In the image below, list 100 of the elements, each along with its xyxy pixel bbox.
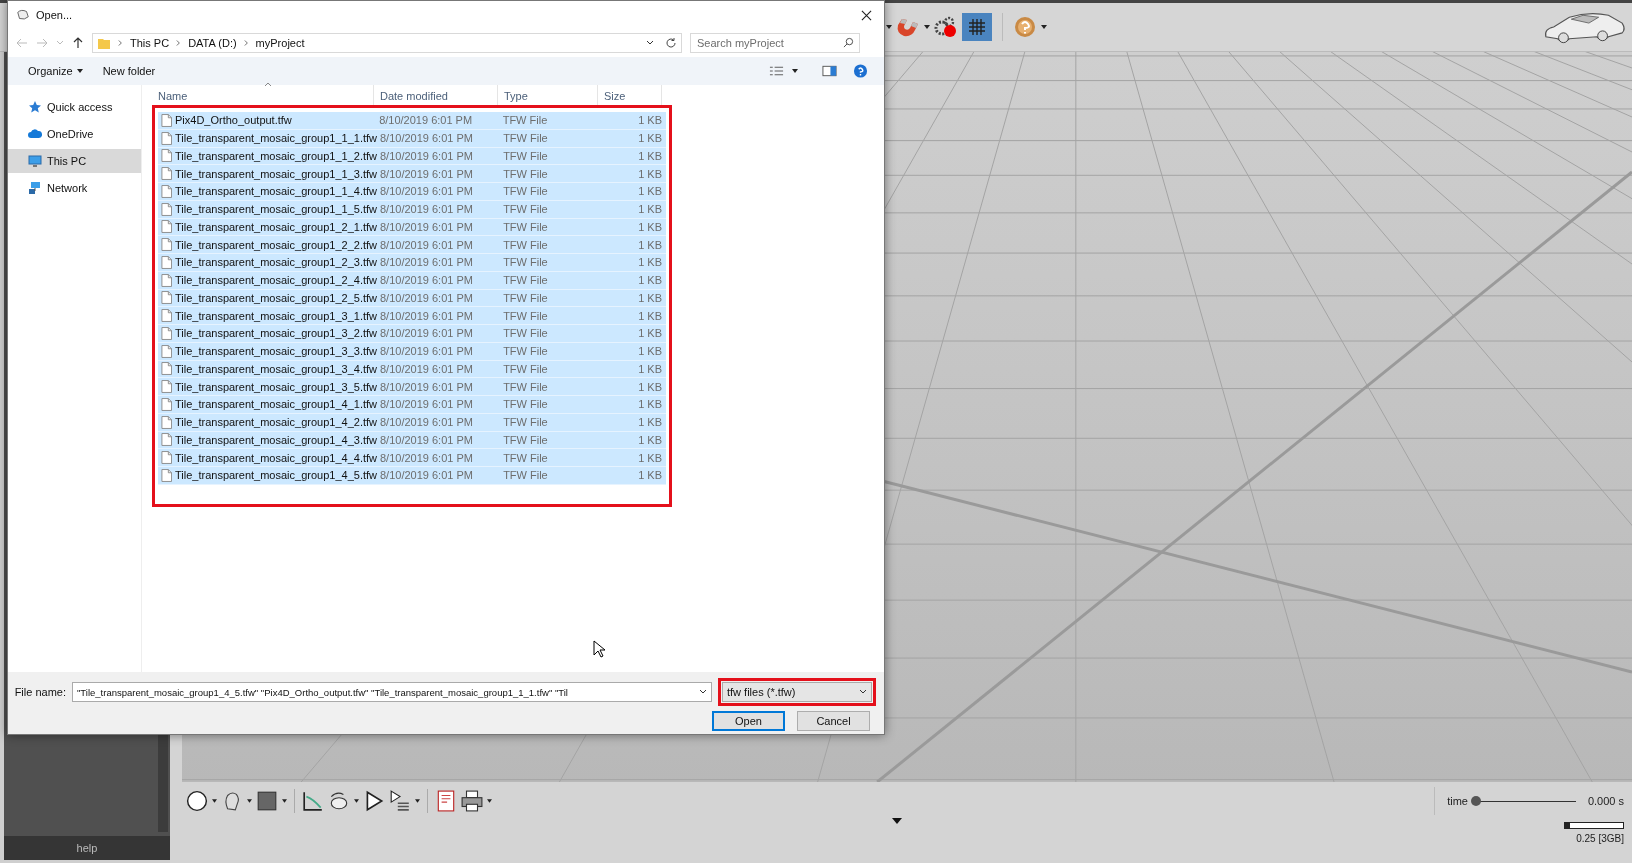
- caret-icon[interactable]: [792, 69, 798, 73]
- file-icon: [161, 397, 172, 411]
- grid-icon: [966, 17, 988, 37]
- folder-icon: [97, 36, 111, 50]
- file-row[interactable]: Tile_transparent_mosaic_group1_3_5.tfw 8/10/2019 6:01 PM TFW File 1 KB: [158, 378, 666, 396]
- up-arrow-icon[interactable]: [72, 37, 84, 49]
- chevron-right-icon[interactable]: [243, 39, 249, 47]
- caret-icon[interactable]: [924, 25, 930, 29]
- chart-icon[interactable]: [302, 790, 324, 812]
- caret-icon[interactable]: [212, 799, 217, 803]
- caret-icon[interactable]: [892, 818, 902, 824]
- caret-icon[interactable]: [354, 799, 359, 803]
- file-row[interactable]: Tile_transparent_mosaic_group1_3_1.tfw 8/10/2019 6:01 PM TFW File 1 KB: [158, 307, 666, 325]
- organize-menu-button[interactable]: Organize: [22, 62, 89, 80]
- column-header[interactable]: Type: [498, 85, 598, 105]
- file-name-label: File name:: [14, 686, 66, 698]
- refresh-icon[interactable]: [665, 37, 677, 49]
- file-icon: [161, 326, 172, 340]
- caret-icon[interactable]: [415, 799, 420, 803]
- printer-icon[interactable]: [461, 790, 483, 812]
- file-type: TFW File: [502, 398, 549, 411]
- caret-icon[interactable]: [247, 799, 252, 803]
- help-button[interactable]: help: [4, 836, 170, 860]
- help-icon[interactable]: [853, 64, 868, 78]
- square-icon[interactable]: [256, 790, 278, 812]
- column-header[interactable]: Name: [152, 85, 374, 105]
- file-icon: [161, 255, 172, 269]
- caret-icon[interactable]: [1041, 25, 1047, 29]
- breadcrumb-item[interactable]: myProject: [255, 37, 305, 49]
- nav-item[interactable]: OneDrive: [8, 122, 141, 146]
- time-label: time: [1447, 795, 1468, 807]
- chevron-down-icon: [859, 689, 867, 695]
- file-type: TFW File: [502, 309, 549, 322]
- file-icon: [161, 451, 172, 465]
- chevron-right-icon[interactable]: [118, 39, 123, 47]
- address-bar[interactable]: This PC DATA (D:) myProject: [92, 33, 682, 53]
- caret-icon[interactable]: [487, 799, 492, 803]
- gear-icon[interactable]: [934, 15, 958, 39]
- report-icon[interactable]: [435, 790, 457, 812]
- file-row[interactable]: Tile_transparent_mosaic_group1_4_4.tfw 8/10/2019 6:01 PM TFW File 1 KB: [158, 449, 666, 467]
- nav-item[interactable]: This PC: [8, 149, 141, 173]
- file-icon: [161, 468, 172, 482]
- file-size: 1 KB: [637, 167, 663, 180]
- caret-icon[interactable]: [886, 25, 892, 29]
- time-value: 0.000 s: [1587, 795, 1624, 807]
- time-slider-thumb[interactable]: [1470, 795, 1481, 806]
- view-options-icon[interactable]: [769, 64, 784, 78]
- rotate-icon[interactable]: [328, 790, 350, 812]
- file-size: 1 KB: [637, 416, 663, 429]
- grid-toggle-button[interactable]: [962, 13, 992, 41]
- preview-pane-icon[interactable]: [822, 64, 837, 78]
- file-icon: [161, 273, 172, 287]
- new-folder-button[interactable]: New folder: [96, 62, 162, 80]
- file-row[interactable]: Tile_transparent_mosaic_group1_2_2.tfw 8/10/2019 6:01 PM TFW File 1 KB: [158, 236, 666, 254]
- file-icon: [161, 309, 172, 323]
- file-icon: [161, 149, 172, 163]
- column-header[interactable]: Size: [598, 85, 662, 105]
- breadcrumb-item[interactable]: This PC: [130, 37, 170, 49]
- file-icon: [161, 184, 172, 198]
- file-row[interactable]: Tile_transparent_mosaic_group1_4_5.tfw 8/10/2019 6:01 PM TFW File 1 KB: [158, 467, 666, 485]
- circle-icon[interactable]: [186, 790, 208, 812]
- file-type: TFW File: [502, 238, 549, 251]
- app-icon: [16, 8, 30, 22]
- chevron-down-icon[interactable]: [646, 40, 654, 46]
- file-icon: [161, 220, 172, 234]
- file-row[interactable]: Tile_transparent_mosaic_group1_1_3.tfw 8/10/2019 6:01 PM TFW File 1 KB: [158, 165, 666, 183]
- file-size: 1 KB: [637, 220, 663, 233]
- search-field[interactable]: Search myProject: [690, 33, 860, 53]
- chevron-down-icon[interactable]: [699, 689, 707, 695]
- caret-icon[interactable]: [282, 799, 287, 803]
- window-title: Open...: [36, 9, 73, 21]
- cloud-icon: [28, 127, 42, 141]
- file-size: 1 KB: [637, 327, 663, 340]
- file-size: 1 KB: [637, 132, 663, 145]
- open-button[interactable]: Open: [712, 711, 785, 731]
- file-type: TFW File: [502, 380, 549, 393]
- file-row[interactable]: Tile_transparent_mosaic_group1_3_2.tfw 8/10/2019 6:01 PM TFW File 1 KB: [158, 325, 666, 343]
- file-row[interactable]: Tile_transparent_mosaic_group1_1_4.tfw 8/10/2019 6:01 PM TFW File 1 KB: [158, 183, 666, 201]
- file-name-field[interactable]: "Tile_transparent_mosaic_group1_4_5.tfw" "Pix4D_Ortho_output.tfw" "Tile_transparent_mosaic_group1_1_1.tfw" "Til: [72, 682, 712, 702]
- file-row[interactable]: Tile_transparent_mosaic_group1_4_1.tfw 8/10/2019 6:01 PM TFW File 1 KB: [158, 396, 666, 414]
- file-type-dropdown[interactable]: tfw files (*.tfw): [722, 682, 872, 702]
- cancel-button[interactable]: Cancel: [797, 711, 870, 731]
- breadcrumb-item[interactable]: DATA (D:): [188, 37, 237, 49]
- file-size: 1 KB: [637, 345, 663, 358]
- file-row[interactable]: Pix4D_Ortho_output.tfw 8/10/2019 6:01 PM TFW File 1 KB: [158, 112, 666, 130]
- close-icon[interactable]: [861, 9, 872, 21]
- nav-item[interactable]: Quick access: [8, 95, 141, 119]
- file-size: 1 KB: [637, 238, 663, 251]
- column-header[interactable]: Date modified: [374, 85, 498, 105]
- nav-item[interactable]: Network: [8, 176, 141, 200]
- file-row[interactable]: Tile_transparent_mosaic_group1_2_3.tfw 8/10/2019 6:01 PM TFW File 1 KB: [158, 254, 666, 272]
- file-size: 1 KB: [637, 203, 663, 216]
- chevron-right-icon[interactable]: [176, 39, 182, 47]
- file-type: TFW File: [502, 433, 549, 446]
- file-size: 1 KB: [637, 398, 663, 411]
- play-list-icon[interactable]: [389, 790, 411, 812]
- file-icon: [161, 433, 172, 447]
- caret-icon: [76, 69, 83, 73]
- file-icon: [161, 202, 172, 216]
- file-icon: [161, 291, 172, 305]
